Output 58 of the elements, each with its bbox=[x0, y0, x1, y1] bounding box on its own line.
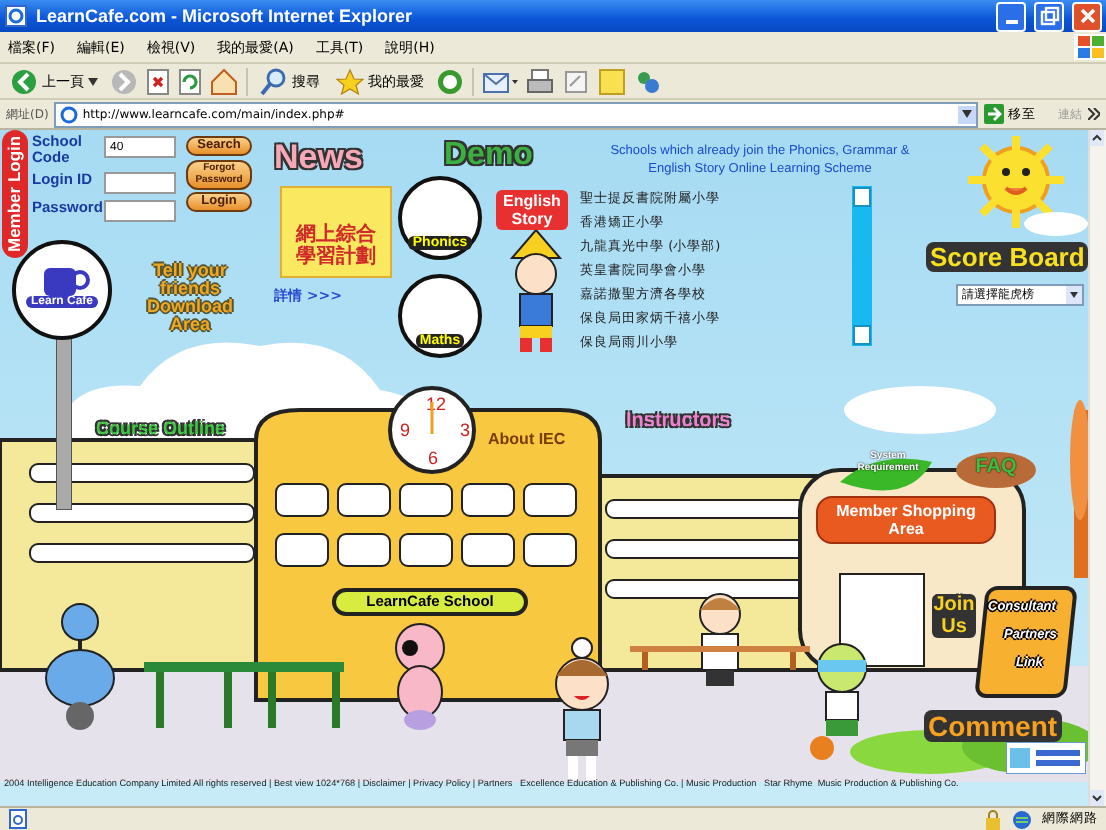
join-us-link[interactable]: Join Us bbox=[932, 594, 976, 638]
minimize-button[interactable] bbox=[996, 1, 1026, 32]
windows-logo-icon bbox=[1074, 34, 1106, 61]
english-story-label[interactable]: English Story bbox=[496, 190, 568, 230]
printer-icon bbox=[526, 67, 554, 96]
restore-icon bbox=[1039, 6, 1059, 27]
home-icon bbox=[210, 67, 238, 96]
clock-numeral: 6 bbox=[428, 448, 439, 468]
globe-icon bbox=[1012, 809, 1032, 829]
window bbox=[275, 483, 329, 517]
dropdown-arrow-icon bbox=[1066, 286, 1082, 304]
dropdown-arrow-icon bbox=[962, 110, 972, 119]
banner-text: 網上綜合學習計劃 bbox=[293, 224, 378, 268]
ie-page-icon bbox=[60, 105, 79, 124]
window bbox=[399, 533, 453, 567]
score-board-heading[interactable]: Score Board bbox=[926, 242, 1089, 272]
search-icon bbox=[260, 67, 288, 96]
page-icon bbox=[8, 808, 28, 830]
clock-numeral: 3 bbox=[460, 420, 471, 440]
refresh-icon bbox=[178, 67, 202, 96]
cartoon-creature-drawing bbox=[390, 620, 450, 732]
about-iec-link[interactable]: About IEC bbox=[488, 430, 566, 448]
text-field[interactable] bbox=[104, 172, 176, 194]
member-login-label: Member Login bbox=[2, 130, 28, 258]
mail-icon bbox=[482, 67, 518, 96]
shop-window bbox=[839, 573, 925, 667]
window bbox=[523, 483, 577, 517]
comment-link[interactable]: Comment bbox=[924, 710, 1062, 742]
edit-icon bbox=[562, 67, 590, 96]
close-icon bbox=[1077, 6, 1097, 27]
note-icon bbox=[598, 67, 626, 96]
stop-icon bbox=[146, 67, 170, 96]
mini-banner bbox=[1006, 742, 1086, 774]
star-icon bbox=[336, 67, 364, 96]
window bbox=[275, 533, 329, 567]
signboard-drawing bbox=[974, 586, 1078, 698]
window bbox=[337, 533, 391, 567]
news-banner[interactable]: 網上綜合學習計劃 bbox=[280, 186, 392, 278]
window bbox=[523, 533, 577, 567]
chevron-icon bbox=[1088, 108, 1100, 121]
window bbox=[399, 483, 453, 517]
text-field[interactable] bbox=[104, 200, 176, 222]
window bbox=[461, 483, 515, 517]
scroll-down-arrow-icon bbox=[1090, 790, 1105, 806]
window bbox=[337, 483, 391, 517]
caret-icon bbox=[88, 77, 98, 86]
ie-page-icon bbox=[4, 4, 28, 29]
member-shopping-area-link[interactable]: Member Shopping Area bbox=[816, 496, 996, 544]
go-arrow-icon bbox=[984, 104, 1004, 125]
restore-button[interactable] bbox=[1034, 1, 1064, 32]
lock-icon bbox=[984, 809, 1002, 829]
minimize-icon bbox=[1005, 19, 1017, 24]
clock-numeral: 9 bbox=[400, 420, 411, 440]
window-title: LearnCafe.com - Microsoft Internet Explorer bbox=[36, 6, 415, 27]
cartoon-boy-drawing bbox=[504, 230, 568, 354]
window bbox=[461, 533, 515, 567]
close-button[interactable] bbox=[1072, 1, 1102, 32]
scroll-up-arrow-icon bbox=[1090, 130, 1105, 146]
